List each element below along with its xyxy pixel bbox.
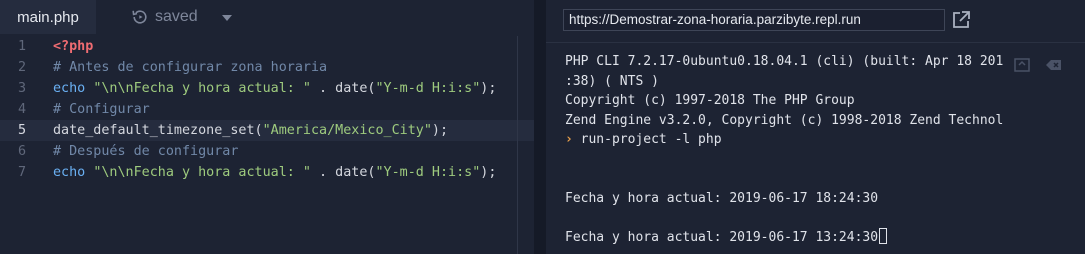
console-line: Zend Engine v3.2.0, Copyright (c) 1998-2… [565,111,1085,131]
code-token: "Y-m-d H:i:s" [375,81,481,96]
console-pane: https://Demostrar-zona-horaria.parzibyte… [546,0,1085,254]
code-token: <?php [53,39,94,54]
code-text: date_default_timezone_set("America/Mexic… [53,120,448,141]
file-tab-main-php[interactable]: main.php [0,0,96,34]
code-token: # Antes de configurar zona horaria [53,60,328,75]
code-text: echo "\n\nFecha y hora actual: " . date(… [53,78,496,99]
terminal-cursor [879,227,888,244]
code-token: . date( [310,81,376,96]
code-token: . date( [310,165,376,180]
code-line[interactable]: 5 date_default_timezone_set("America/Mexi… [0,120,534,141]
line-number: 1 [17,39,26,54]
editor-tab-bar: main.php saved [0,0,534,34]
console-text: run-project -l php [572,132,722,147]
console-text: Copyright (c) 1997-2018 The PHP Group [565,93,855,108]
url-bar: https://Demostrar-zona-horaria.parzibyte… [546,0,1085,40]
console-line: Fecha y hora actual: 2019-06-17 18:24:30 [565,189,1085,209]
code-token: # Configurar [53,102,150,117]
save-status[interactable]: saved [131,0,198,34]
code-token: ); [480,165,497,180]
editor-pane: main.php saved 1 <?php 2 # Antes de configu… [0,0,534,254]
code-line[interactable]: 3 echo "\n\nFecha y hora actual: " . date… [0,78,534,99]
history-icon [132,10,147,24]
print-margin-guide [517,36,518,254]
code-token: echo [53,165,94,180]
code-token: # Después de configurar [53,144,239,159]
external-link-icon[interactable] [951,10,971,30]
prompt-icon: › [565,132,573,147]
code-text: <?php [53,36,93,57]
code-token: "\n\nFecha y hora actual: " [93,81,311,96]
code-text: # Después de configurar [53,141,238,162]
line-number: 3 [17,81,26,96]
code-line[interactable]: 4 # Configurar [0,99,534,120]
code-text: # Antes de configurar zona horaria [53,57,327,78]
line-number: 7 [17,165,26,180]
console-output[interactable]: PHP CLI 7.2.17-0ubuntu0.18.04.1 (cli) (b… [565,52,1085,247]
saved-label: saved [155,8,198,25]
chevron-down-icon[interactable] [222,13,232,23]
console-line: Fecha y hora actual: 2019-06-17 13:24:30 [565,227,1085,248]
code-text: echo "\n\nFecha y hora actual: " . date(… [53,162,496,183]
code-token: echo [53,81,94,96]
repl-url-field[interactable]: https://Demostrar-zona-horaria.parzibyte… [563,9,945,31]
console-text: Fecha y hora actual: 2019-06-17 13:24:30 [565,229,879,245]
console-text: PHP CLI 7.2.17-0ubuntu0.18.04.1 (cli) (b… [565,54,1004,69]
console-text: Zend Engine v3.2.0, Copyright (c) 1998-2… [565,112,1004,128]
pane-resize-handle[interactable] [534,0,546,254]
console-line: :38) ( NTS ) [565,72,1085,92]
code-line[interactable]: 6 # Después de configurar [0,141,534,162]
code-line[interactable]: 2 # Antes de configurar zona horaria [0,57,534,78]
line-number: 5 [17,123,26,138]
code-token: "\n\nFecha y hora actual: " [93,165,311,180]
console-line: › run-project -l php [565,130,1085,150]
file-tab-label: main.php [17,8,79,26]
code-line[interactable]: 7 echo "\n\nFecha y hora actual: " . date… [0,162,534,183]
console-text: :38) ( NTS ) [565,73,659,89]
console-divider [546,42,1085,43]
code-line[interactable]: 1 <?php [0,36,534,57]
code-token: date_default_timezone_set( [53,123,263,138]
line-number: 6 [17,144,26,159]
code-token: "Y-m-d H:i:s" [375,165,481,180]
line-number: 2 [17,60,26,75]
code-editor[interactable]: 1 <?php 2 # Antes de configurar zona horari… [0,36,534,183]
console-text: Fecha y hora actual: 2019-06-17 18:24:30 [565,190,879,206]
code-text: # Configurar [53,99,150,120]
code-token: "America/Mexico_City" [262,123,432,138]
console-line: Copyright (c) 1997-2018 The PHP Group [565,91,1085,111]
line-number: 4 [17,102,26,117]
console-line: PHP CLI 7.2.17-0ubuntu0.18.04.1 (cli) (b… [565,52,1085,72]
code-token: ); [480,81,497,96]
code-token: ); [431,123,449,138]
